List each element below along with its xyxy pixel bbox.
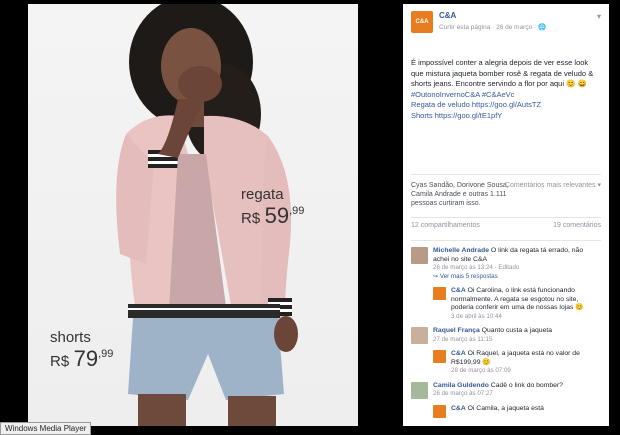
- shorts-price-int: 79: [73, 346, 99, 371]
- reactions-summary: Cyas Sandão, Dorivone Sousa, Camila Andr…: [403, 175, 609, 217]
- comment: Michelle Andrade O link da regata tá err…: [411, 247, 601, 281]
- photo-viewer: regata R$ 59,99 shorts R$ 79,99 C&A C&A …: [0, 0, 620, 435]
- comment-text: Cadê o link do bomber?: [490, 381, 563, 389]
- shorts-label: shorts: [50, 329, 91, 346]
- reactions-text[interactable]: Cyas Sandão, Dorivone Sousa, Camila Andr…: [411, 181, 511, 208]
- view-more-replies-link[interactable]: ↪ Ver mais 5 respostas: [433, 273, 498, 280]
- regata-currency: R$: [241, 210, 261, 227]
- avatar[interactable]: [411, 247, 428, 264]
- avatar[interactable]: [433, 287, 446, 300]
- regata-price-cents: ,99: [289, 205, 305, 217]
- page-name-link[interactable]: C&A: [439, 11, 456, 20]
- share-comment-counts: 12 compartilhamentos 19 comentários: [403, 218, 609, 240]
- comment-text: Quanto custa a jaqueta: [481, 327, 553, 334]
- divider: [411, 240, 601, 241]
- comment-meta: 28 de março às 07:09: [451, 367, 511, 374]
- comment-author[interactable]: C&A: [451, 287, 466, 294]
- comment-text: Oi Camila, a jaqueta está: [467, 404, 544, 412]
- comment-text: Oi Raquel, a jaqueta está no valor de R$…: [451, 350, 580, 366]
- regata-price-int: 59: [264, 203, 290, 228]
- post-hashtags[interactable]: #OutonoInvernoC&A #C&AeVc: [411, 90, 601, 101]
- post-text: É impossível conter a alegria depois de …: [411, 58, 594, 88]
- comment: Raquel França Quanto custa a jaqueta 27 …: [411, 327, 601, 344]
- comment-reply: C&A Oi Carolina, o link está funcionando…: [411, 287, 601, 321]
- comments-list: Michelle Andrade O link da regata tá err…: [403, 247, 609, 418]
- comments-count[interactable]: 19 comentários: [553, 222, 601, 229]
- comment-reply: C&A Oi Raquel, a jaqueta está no valor d…: [411, 350, 601, 376]
- comment-text: Oi Carolina, o link está funcionando nor…: [451, 287, 584, 311]
- chevron-down-icon[interactable]: ▾: [597, 12, 601, 21]
- comment: Camila Guldendo Cadê o link do bomber? 2…: [411, 381, 601, 399]
- avatar[interactable]: [433, 350, 446, 363]
- shares-count[interactable]: 12 compartilhamentos: [411, 222, 480, 229]
- avatar[interactable]: [433, 404, 446, 418]
- post-body: É impossível conter a alegria depois de …: [403, 46, 609, 174]
- shorts-currency: R$: [50, 353, 70, 370]
- comment-author[interactable]: C&A: [451, 405, 466, 412]
- comment-reply: C&A Oi Camila, a jaqueta está: [411, 404, 601, 418]
- comment-sort-dropdown[interactable]: Comentários mais relevantes ▾: [505, 181, 601, 190]
- avatar[interactable]: [411, 327, 428, 344]
- comment-author[interactable]: Michelle Andrade: [433, 247, 489, 254]
- page-logo[interactable]: C&A: [411, 11, 433, 33]
- post-link-shorts[interactable]: Shorts https://goo.gl/tE1pfY: [411, 111, 601, 122]
- comment-author[interactable]: Raquel França: [433, 327, 480, 334]
- regata-label: regata: [241, 186, 284, 203]
- comment-author[interactable]: Camila Guldendo: [433, 382, 489, 389]
- comment-meta: 3 de abril às 10:44: [451, 312, 502, 320]
- comment-meta: 26 de março às 07:27: [433, 390, 493, 397]
- shorts-price-cents: ,99: [98, 348, 114, 360]
- regata-price-tag: regata R$ 59,99: [241, 186, 304, 229]
- post-side-panel: C&A C&A Curtir esta página · 26 de março…: [403, 4, 609, 426]
- post-photo[interactable]: regata R$ 59,99 shorts R$ 79,99: [28, 4, 358, 426]
- post-subtitle: Curtir esta página · 26 de março · 🌐: [439, 24, 547, 31]
- post-link-regata[interactable]: Regata de veludo https://goo.gl/AutsTZ: [411, 100, 601, 111]
- comment-meta: 26 de março às 13:24 · Editado: [433, 264, 520, 271]
- comment-meta: 27 de março às 11:15: [433, 335, 493, 343]
- shorts-price-tag: shorts R$ 79,99: [50, 329, 113, 372]
- comment-author[interactable]: C&A: [451, 350, 466, 357]
- taskbar-label[interactable]: Windows Media Player: [0, 422, 92, 435]
- avatar[interactable]: [411, 381, 428, 399]
- post-header: C&A C&A Curtir esta página · 26 de março…: [403, 4, 609, 46]
